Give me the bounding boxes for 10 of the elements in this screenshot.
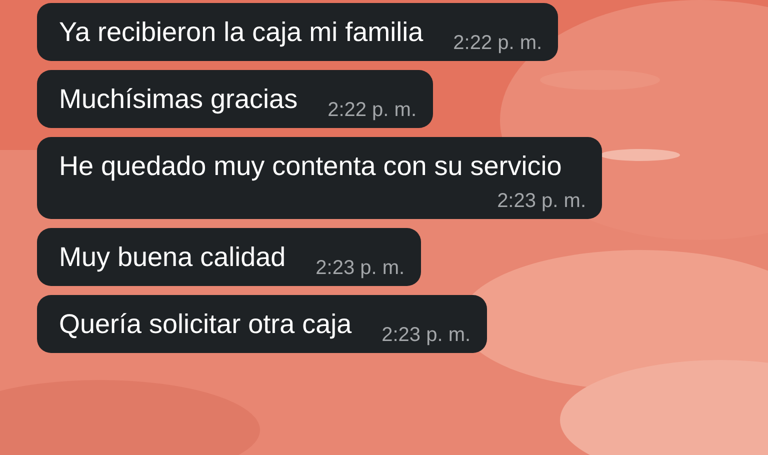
message-text: Ya recibieron la caja mi familia	[59, 16, 424, 49]
message-text: He quedado muy contenta con su servicio	[59, 150, 562, 183]
message-time: 2:23 p. m.	[314, 256, 405, 280]
message-time: 2:23 p. m.	[496, 189, 586, 213]
message-time: 2:22 p. m.	[326, 98, 417, 122]
message-text: Quería solicitar otra caja	[59, 308, 352, 341]
message-time: 2:22 p. m.	[452, 31, 542, 55]
message-text: Muy buena calidad	[59, 241, 286, 274]
message-time: 2:23 p. m.	[380, 323, 471, 347]
message-text: Muchísimas gracias	[59, 83, 298, 116]
